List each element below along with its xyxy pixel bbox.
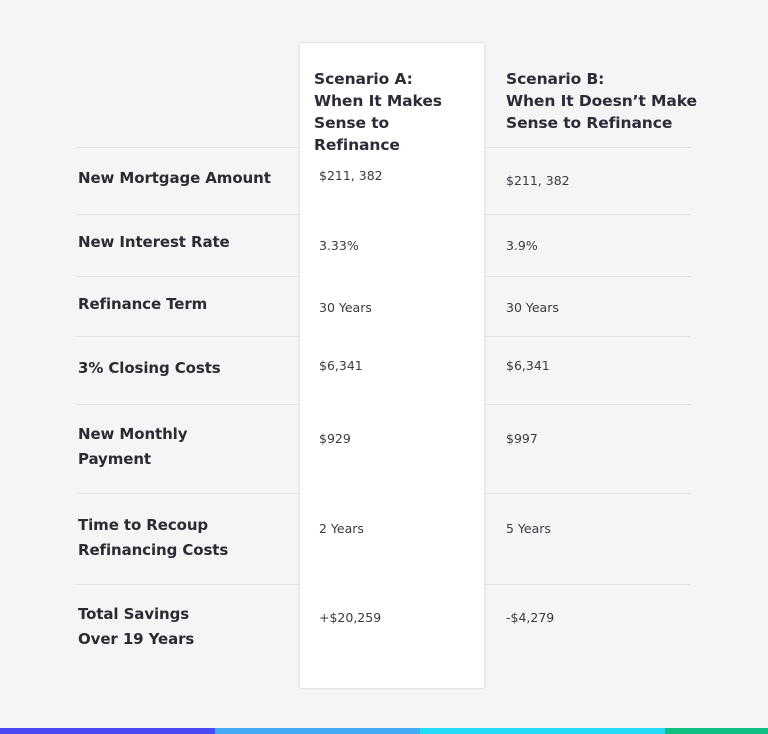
scenario-a-title-line: Sense to Refinance [314, 114, 400, 154]
scenario-b-value: $997 [506, 431, 538, 446]
row-label-line: 3% Closing Costs [78, 359, 221, 377]
scenario-b-title-line: Sense to Refinance [506, 114, 673, 132]
row-divider [485, 214, 691, 215]
footer-bar-segment [215, 728, 420, 734]
row-divider [76, 276, 299, 277]
row-label: New Monthly Payment [78, 422, 288, 472]
scenario-a-value: 2 Years [319, 521, 364, 536]
row-label: Time to Recoup Refinancing Costs [78, 513, 288, 563]
scenario-a-value: $6,341 [319, 358, 363, 373]
row-label-line: Total Savings [78, 605, 190, 623]
row-divider [76, 336, 299, 337]
row-label: New Mortgage Amount [78, 166, 288, 191]
row-label-line: New Monthly [78, 425, 188, 443]
row-label: 3% Closing Costs [78, 356, 288, 381]
row-divider [485, 584, 691, 585]
row-divider [485, 147, 691, 148]
scenario-a-value: 30 Years [319, 300, 372, 315]
scenario-a-header: Scenario A: When It Makes Sense to Refin… [314, 68, 479, 156]
row-label-line: New Interest Rate [78, 233, 230, 251]
row-label-line: Time to Recoup [78, 516, 209, 534]
footer-bar-segment [420, 728, 665, 734]
scenario-a-title-line: Scenario A: [314, 70, 413, 88]
scenario-b-title-line: When It Doesn’t Make [506, 92, 697, 110]
row-divider [76, 493, 299, 494]
scenario-b-title-line: Scenario B: [506, 70, 605, 88]
row-divider [76, 147, 299, 148]
row-divider [485, 404, 691, 405]
scenario-a-value: $929 [319, 431, 351, 446]
row-divider [76, 404, 299, 405]
scenario-a-value: +$20,259 [319, 610, 382, 625]
row-label-line: New Mortgage Amount [78, 169, 271, 187]
row-label: Total Savings Over 19 Years [78, 602, 288, 652]
row-divider [76, 584, 299, 585]
row-divider [485, 336, 691, 337]
scenario-b-value: $6,341 [506, 358, 550, 373]
row-divider [76, 214, 299, 215]
footer-bar-segment [665, 728, 768, 734]
row-label: New Interest Rate [78, 230, 288, 255]
row-label-line: Payment [78, 450, 151, 468]
scenario-b-header: Scenario B: When It Doesn’t Make Sense t… [506, 68, 706, 134]
scenario-b-value: $211, 382 [506, 173, 570, 188]
scenario-b-value: 3.9% [506, 238, 538, 253]
row-label-line: Over 19 Years [78, 630, 195, 648]
row-divider [485, 276, 691, 277]
scenario-a-title-line: When It Makes [314, 92, 442, 110]
scenario-b-value: 5 Years [506, 521, 551, 536]
scenario-b-value: 30 Years [506, 300, 559, 315]
scenario-a-value: 3.33% [319, 238, 359, 253]
row-label-line: Refinance Term [78, 295, 208, 313]
row-label: Refinance Term [78, 292, 288, 317]
row-label-line: Refinancing Costs [78, 541, 229, 559]
scenario-b-value: -$4,279 [506, 610, 555, 625]
scenario-a-value: $211, 382 [319, 168, 383, 183]
footer-bar-segment [0, 728, 215, 734]
row-divider [485, 493, 691, 494]
